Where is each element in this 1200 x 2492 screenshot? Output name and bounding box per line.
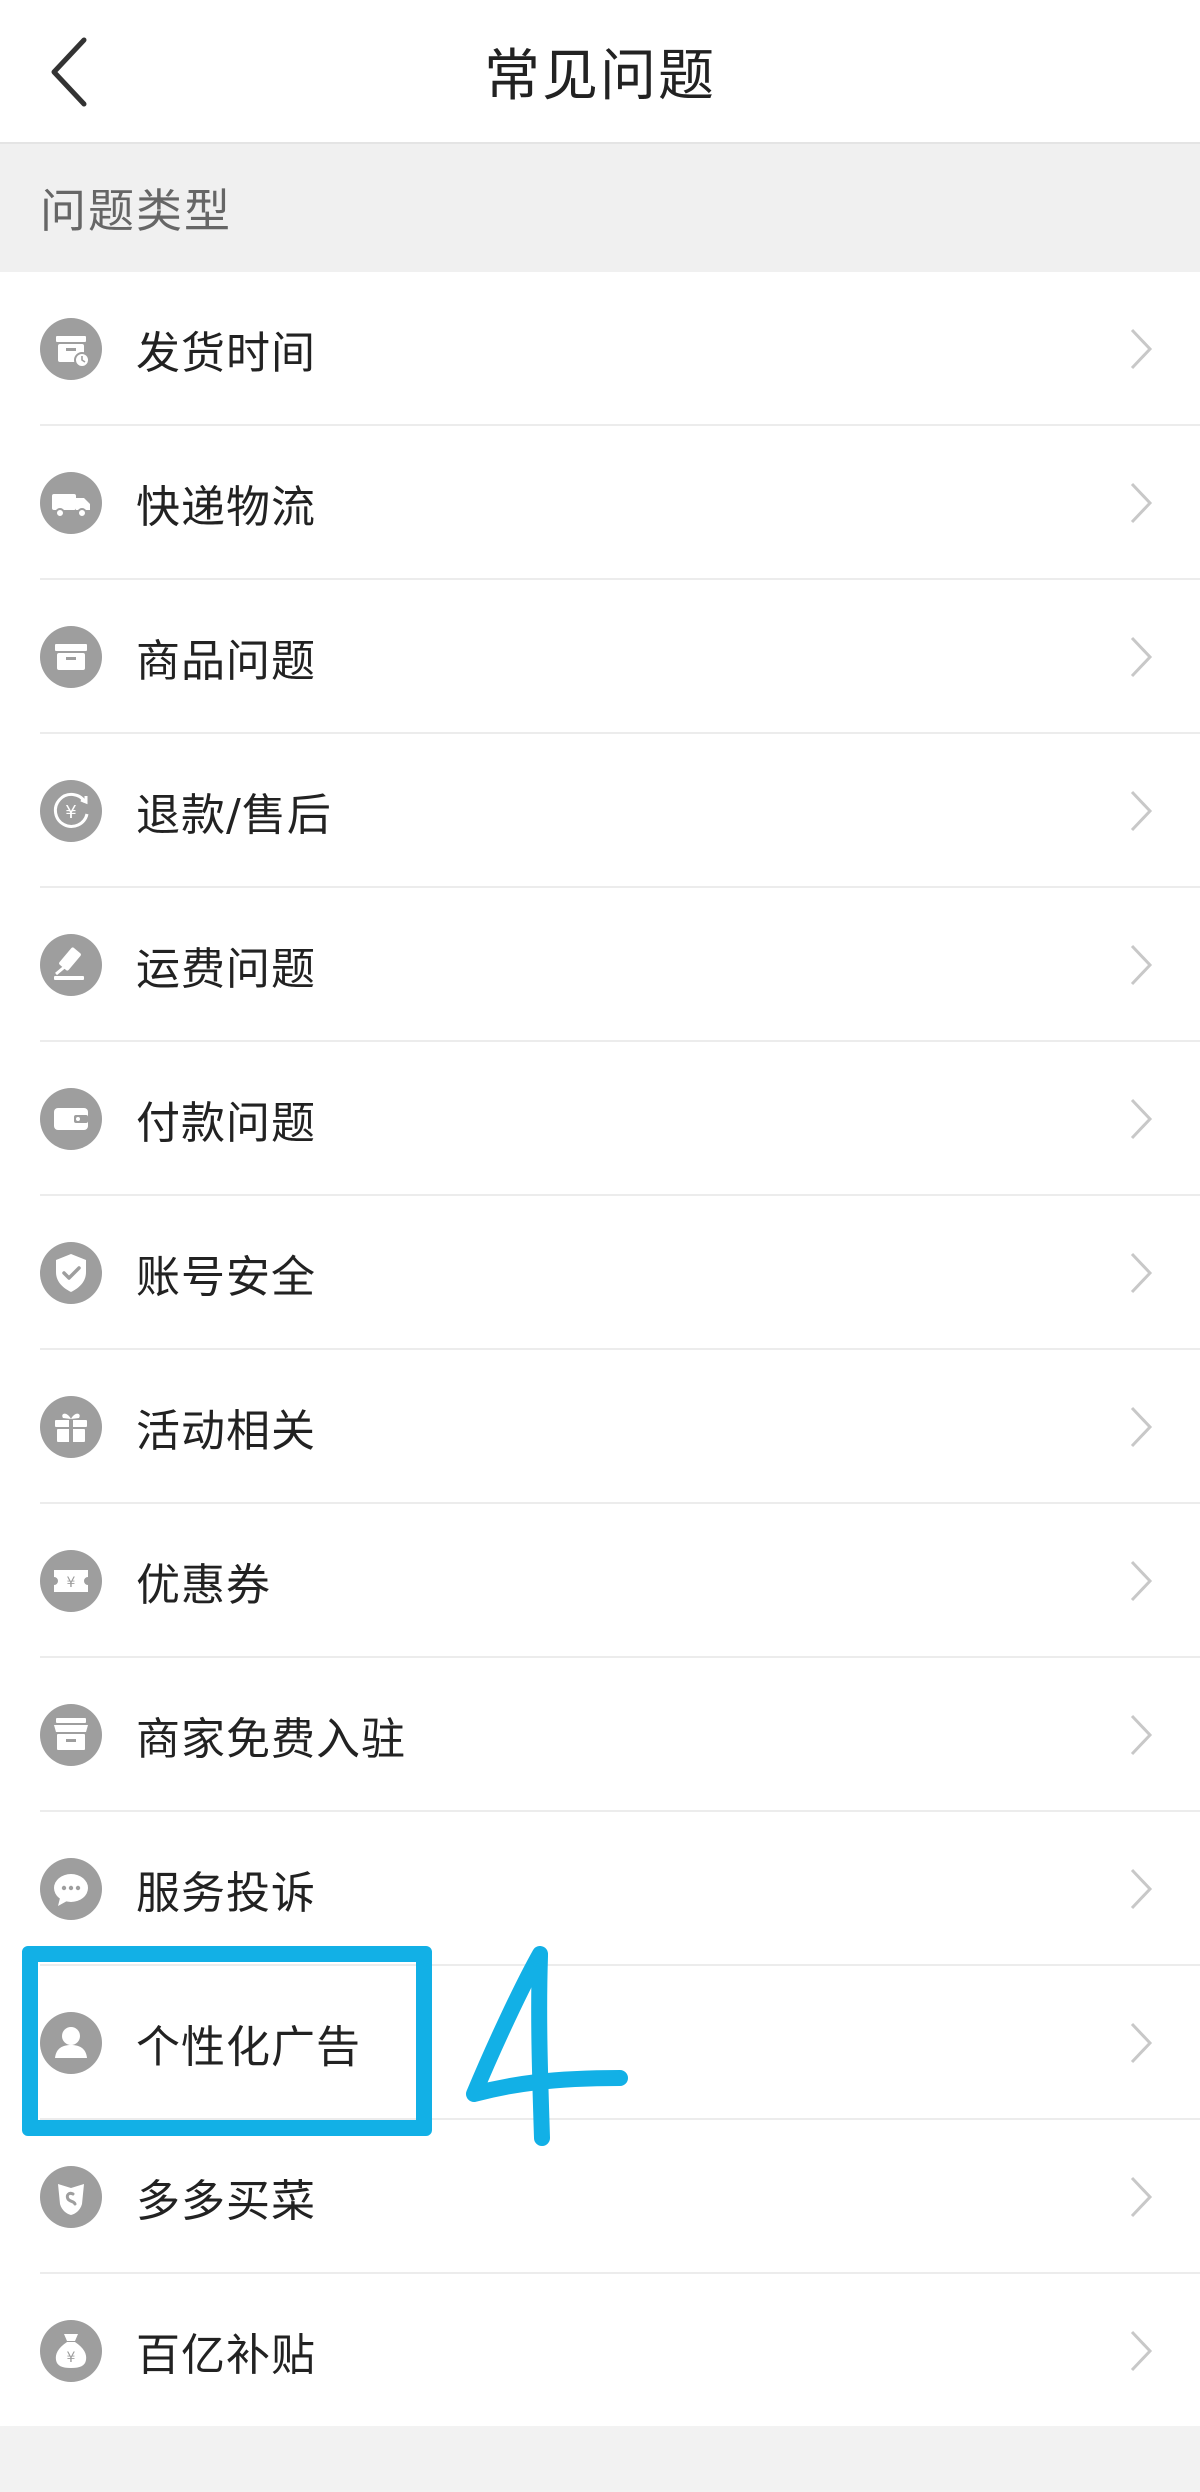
list-item-label: 退款/售后 <box>136 790 332 841</box>
storefront-icon <box>40 1704 102 1766</box>
shipping-fee-icon <box>40 934 102 996</box>
svg-text:¥: ¥ <box>65 802 76 823</box>
list-item-payment-issues[interactable]: 付款问题 <box>0 1042 1200 1196</box>
gift-icon <box>40 1396 102 1458</box>
chevron-right-icon <box>1130 1560 1153 1602</box>
shield-check-icon <box>40 1242 102 1304</box>
list-item-label: 账号安全 <box>136 1252 316 1303</box>
shipping-time-icon <box>40 318 102 380</box>
section-title: 问题类型 <box>40 184 232 238</box>
chevron-right-icon <box>1130 328 1153 370</box>
list-item-label: 个性化广告 <box>136 2022 361 2073</box>
product-box-icon <box>40 626 102 688</box>
svg-text:¥: ¥ <box>67 2350 76 2366</box>
list-item-label: 运费问题 <box>136 944 316 995</box>
list-item-subsidy[interactable]: ¥ 百亿补贴 <box>0 2274 1200 2428</box>
question-type-list: 发货时间 快递物流 商品问题 ¥ 退款/售后 运费问题 付款问题 账号安全 活动… <box>0 272 1200 2426</box>
chevron-right-icon <box>1130 482 1153 524</box>
faq-page: 常见问题 问题类型 发货时间 快递物流 商品问题 ¥ 退款/售后 运费问题 付款… <box>0 0 1200 2492</box>
list-item-shipping-fee[interactable]: 运费问题 <box>0 888 1200 1042</box>
vegetable-icon <box>40 2166 102 2228</box>
list-item-activities[interactable]: 活动相关 <box>0 1350 1200 1504</box>
page-title: 常见问题 <box>484 43 716 109</box>
chevron-right-icon <box>1130 636 1153 678</box>
list-item-shipping-time[interactable]: 发货时间 <box>0 272 1200 426</box>
chevron-right-icon <box>1130 790 1153 832</box>
person-icon <box>40 2012 102 2074</box>
list-item-refund-aftersale[interactable]: ¥ 退款/售后 <box>0 734 1200 888</box>
list-item-coupons[interactable]: ¥ 优惠券 <box>0 1504 1200 1658</box>
list-item-label: 优惠券 <box>136 1560 271 1611</box>
list-item-label: 快递物流 <box>136 482 316 533</box>
list-item-label: 商家免费入驻 <box>136 1714 406 1765</box>
list-item-label: 百亿补贴 <box>136 2330 316 2381</box>
refund-yuan-icon: ¥ <box>40 780 102 842</box>
chevron-right-icon <box>1130 2330 1153 2372</box>
section-header: 问题类型 <box>0 144 1200 272</box>
svg-text:¥: ¥ <box>67 1575 76 1591</box>
list-item-label: 商品问题 <box>136 636 316 687</box>
chevron-right-icon <box>1130 1406 1153 1448</box>
list-item-label: 发货时间 <box>136 328 316 379</box>
list-item-personalized-ads[interactable]: 个性化广告 <box>0 1966 1200 2120</box>
delivery-truck-icon <box>40 472 102 534</box>
chevron-right-icon <box>1130 944 1153 986</box>
list-item-label: 服务投诉 <box>136 1868 316 1919</box>
list-item-express-logistics[interactable]: 快递物流 <box>0 426 1200 580</box>
list-item-label: 多多买菜 <box>136 2176 316 2227</box>
list-item-merchant-onboarding[interactable]: 商家免费入驻 <box>0 1658 1200 1812</box>
list-item-label: 活动相关 <box>136 1406 316 1457</box>
money-bag-icon: ¥ <box>40 2320 102 2382</box>
chevron-right-icon <box>1130 1252 1153 1294</box>
list-item-account-security[interactable]: 账号安全 <box>0 1196 1200 1350</box>
list-item-duoduo-grocery[interactable]: 多多买菜 <box>0 2120 1200 2274</box>
chevron-right-icon <box>1130 2176 1153 2218</box>
chevron-right-icon <box>1130 1714 1153 1756</box>
coupon-icon: ¥ <box>40 1550 102 1612</box>
chevron-right-icon <box>1130 1098 1153 1140</box>
list-item-service-complaints[interactable]: 服务投诉 <box>0 1812 1200 1966</box>
chevron-right-icon <box>1130 2022 1153 2064</box>
list-item-product-issues[interactable]: 商品问题 <box>0 580 1200 734</box>
list-item-label: 付款问题 <box>136 1098 316 1149</box>
chevron-right-icon <box>1130 1868 1153 1910</box>
chat-bubble-icon <box>40 1858 102 1920</box>
top-navigation-bar: 常见问题 <box>0 0 1200 144</box>
wallet-icon <box>40 1088 102 1150</box>
